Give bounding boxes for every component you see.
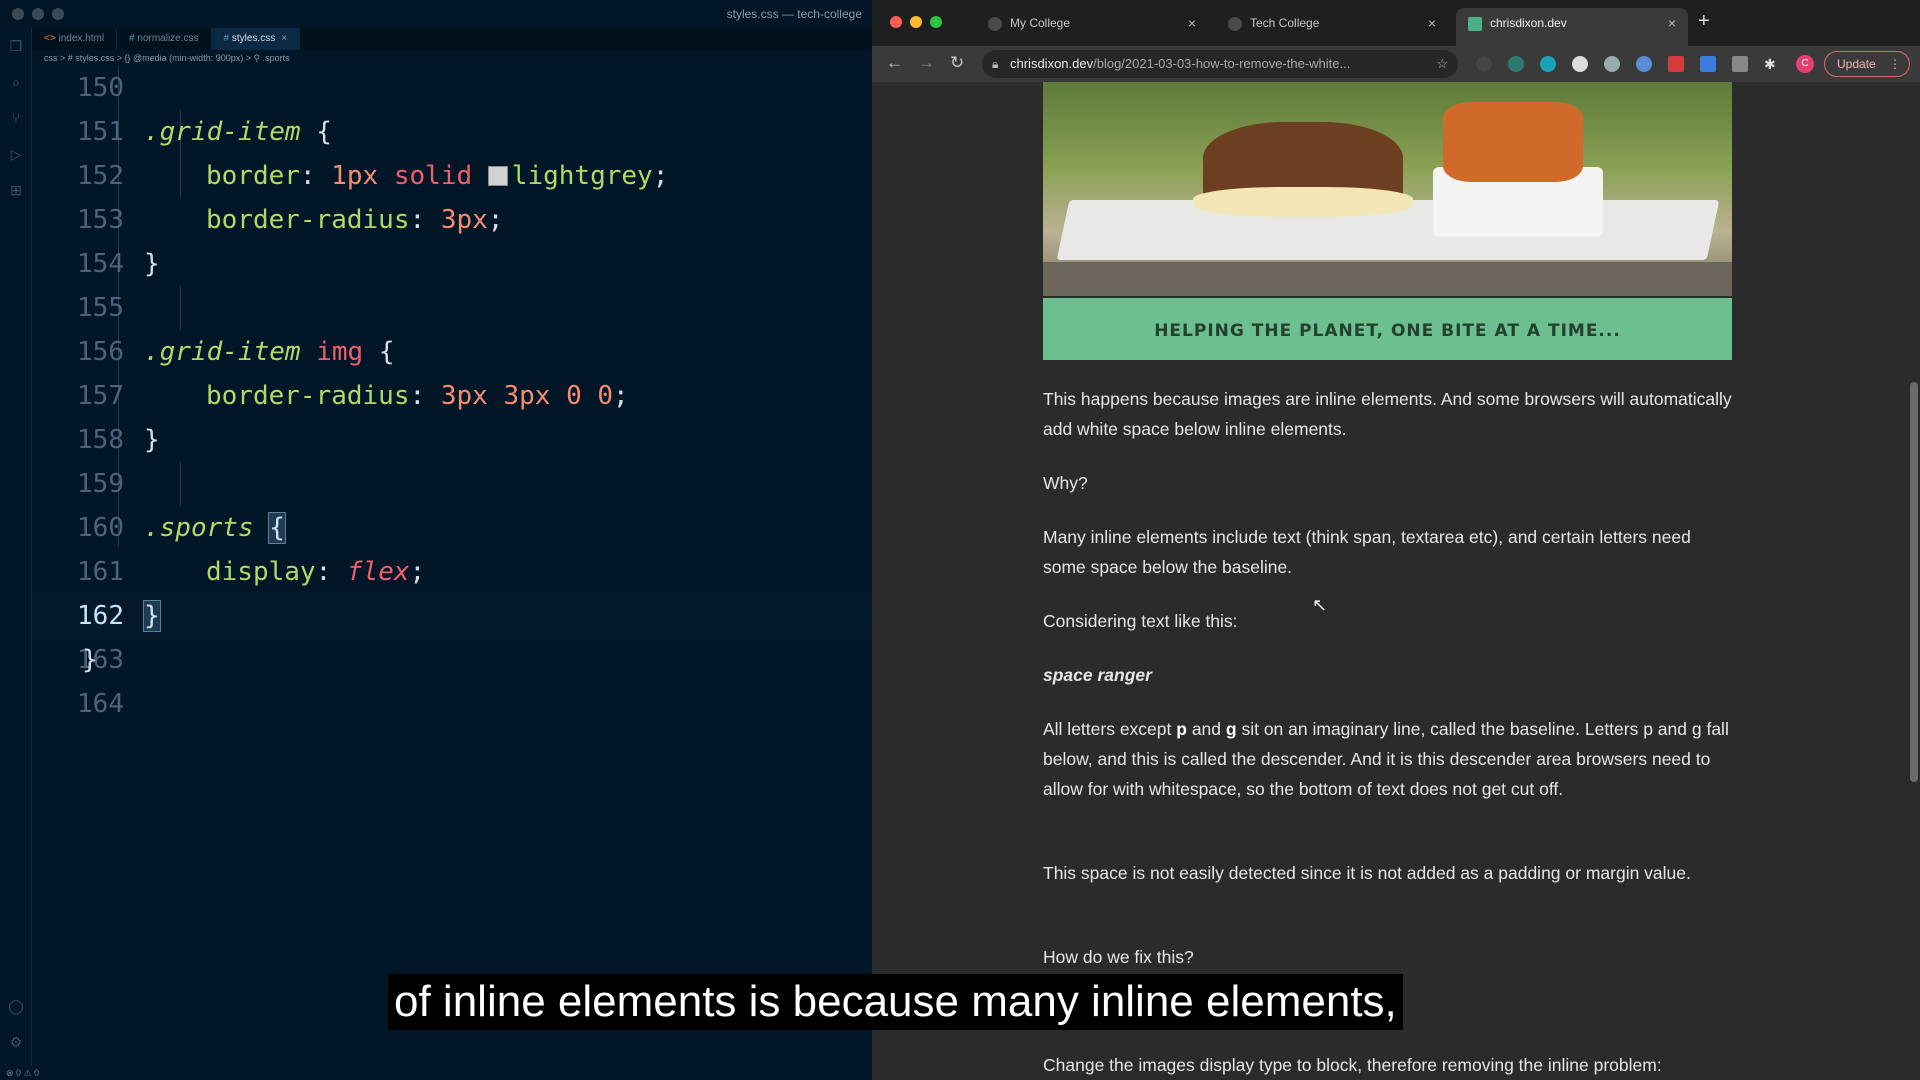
paragraph: Considering text like this: <box>1043 611 1238 631</box>
window-controls[interactable] <box>890 16 942 28</box>
run-debug-icon[interactable]: ▷ <box>0 136 32 172</box>
editor-title-bar: styles.css — tech-college <box>0 0 872 28</box>
code-line[interactable]: 158} <box>32 418 872 462</box>
explorer-icon[interactable]: ❐ <box>0 28 32 64</box>
code-line[interactable]: 164 <box>32 682 872 726</box>
browser-tab-my-college[interactable]: My College × <box>976 8 1208 46</box>
window-controls[interactable] <box>12 8 64 20</box>
burger-photo <box>1043 82 1732 296</box>
code-line-current[interactable]: 162} <box>32 594 872 638</box>
code-line[interactable]: 153 border-radius: 3px; <box>32 198 872 242</box>
example-text: space ranger <box>1043 665 1152 685</box>
lock-icon: 🔒︎ <box>992 57 999 71</box>
source-control-icon[interactable]: ⑂ <box>0 100 32 136</box>
extensions-icon[interactable]: ⊞ <box>0 172 32 208</box>
code-line[interactable]: 150 <box>32 66 872 110</box>
code-line[interactable]: 152 border: 1px solid lightgrey; <box>32 154 872 198</box>
close-icon[interactable]: × <box>1188 8 1196 38</box>
account-icon[interactable]: ◯ <box>0 988 32 1024</box>
browser-window: My College × Tech College × chrisdixon.d… <box>872 0 1920 1080</box>
paragraph: This happens because images are inline e… <box>1043 389 1732 439</box>
code-line[interactable]: 163} <box>32 638 872 682</box>
video-subtitle: of inline elements is because many inlin… <box>388 974 1403 1030</box>
code-line[interactable]: 156 .grid-item img { <box>32 330 872 374</box>
color-swatch-icon[interactable] <box>487 166 508 186</box>
extension-icon[interactable] <box>1668 56 1684 72</box>
code-line[interactable]: 160 .sports { <box>32 506 872 550</box>
address-bar[interactable]: 🔒︎ chrisdixon.dev/blog/2021-03-03-how-to… <box>982 50 1458 78</box>
zoom-window-button[interactable] <box>930 16 942 28</box>
close-icon[interactable]: × <box>1668 8 1676 38</box>
browser-tab-strip: My College × Tech College × chrisdixon.d… <box>872 0 1920 46</box>
extension-icon[interactable] <box>1700 56 1716 72</box>
paragraph: All letters except p and g sit on an ima… <box>1043 719 1729 799</box>
tab-normalize-css[interactable]: # normalize.css <box>117 28 212 50</box>
code-editor[interactable]: 150 151 .grid-item { 152 border: 1px solid… <box>32 66 872 1066</box>
breadcrumb[interactable]: css > # styles.css > {} @media (min-widt… <box>32 50 872 66</box>
mouse-cursor-icon: ↖ <box>1312 595 1328 615</box>
paragraph: How do we fix this? <box>1043 947 1194 967</box>
avatar[interactable]: C <box>1796 55 1814 73</box>
paragraph: Many inline elements include text (think… <box>1043 527 1691 577</box>
close-icon[interactable]: × <box>281 33 287 44</box>
tab-index-html[interactable]: <> index.html <box>32 28 118 50</box>
paragraph: This space is not easily detected since … <box>1043 863 1691 883</box>
page-content[interactable]: HELPING THE PLANET, ONE BITE AT A TIME..… <box>872 82 1920 1080</box>
code-line[interactable]: 154} <box>32 242 872 286</box>
extension-icon[interactable] <box>1540 56 1556 72</box>
code-line[interactable]: 155 <box>32 286 872 330</box>
update-button[interactable]: Update ⋮ <box>1824 51 1910 77</box>
paragraph: Why? <box>1043 473 1088 493</box>
close-icon[interactable]: × <box>1428 8 1436 38</box>
extension-icon[interactable] <box>1732 56 1748 72</box>
browser-toolbar: ← → ↻ 🔒︎ chrisdixon.dev/blog/2021-03-03-… <box>872 46 1920 82</box>
search-icon[interactable]: ⌕ <box>0 64 32 100</box>
status-bar: ⊗ 0 ⚠ 0 <box>0 1066 872 1080</box>
code-line[interactable]: 161 display: flex; <box>32 550 872 594</box>
activity-bar: ❐ ⌕ ⑂ ▷ ⊞ ◯ ⚙ <box>0 28 32 1080</box>
menu-dots-icon[interactable]: ⋮ <box>1889 52 1901 76</box>
code-line[interactable]: 159 <box>32 462 872 506</box>
tab-styles-css[interactable]: # styles.css × <box>211 28 301 50</box>
browser-tab-chrisdixon[interactable]: chrisdixon.dev × <box>1456 8 1688 46</box>
html-icon: <> <box>44 33 59 44</box>
extension-icon[interactable] <box>1604 56 1620 72</box>
extension-icon[interactable] <box>1572 56 1588 72</box>
close-window-button[interactable] <box>890 16 902 28</box>
forward-button[interactable]: → <box>918 53 935 73</box>
reload-button[interactable]: ↻ <box>950 53 964 73</box>
editor-tab-bar: <> index.html # normalize.css # styles.c… <box>32 28 872 50</box>
code-line[interactable]: 151 .grid-item { <box>32 110 872 154</box>
puzzle-extensions-icon[interactable]: ✱ <box>1764 56 1780 72</box>
extension-icon[interactable] <box>1636 56 1652 72</box>
editor-window-title: styles.css — tech-college <box>726 7 862 21</box>
minimize-window-button[interactable] <box>910 16 922 28</box>
code-line[interactable]: 157 border-radius: 3px 3px 0 0; <box>32 374 872 418</box>
gear-icon[interactable]: ⚙ <box>0 1024 32 1060</box>
browser-tab-tech-college[interactable]: Tech College × <box>1216 8 1448 46</box>
site-favicon-icon <box>1468 17 1482 31</box>
css-icon: # <box>223 33 232 44</box>
new-tab-button[interactable]: + <box>1698 10 1710 33</box>
scrollbar[interactable] <box>1910 382 1918 782</box>
image-caption: HELPING THE PLANET, ONE BITE AT A TIME..… <box>1043 298 1732 360</box>
extension-icon[interactable] <box>1508 56 1524 72</box>
back-button[interactable]: ← <box>886 53 903 73</box>
globe-icon <box>1228 17 1242 31</box>
pen-extension-icon[interactable] <box>1476 56 1492 72</box>
globe-icon <box>988 17 1002 31</box>
paragraph: Change the images display type to block,… <box>1043 1055 1662 1075</box>
bookmark-star-icon[interactable]: ☆ <box>1436 50 1448 78</box>
code-editor-window: styles.css — tech-college ❐ ⌕ ⑂ ▷ ⊞ ◯ ⚙ … <box>0 0 872 1080</box>
